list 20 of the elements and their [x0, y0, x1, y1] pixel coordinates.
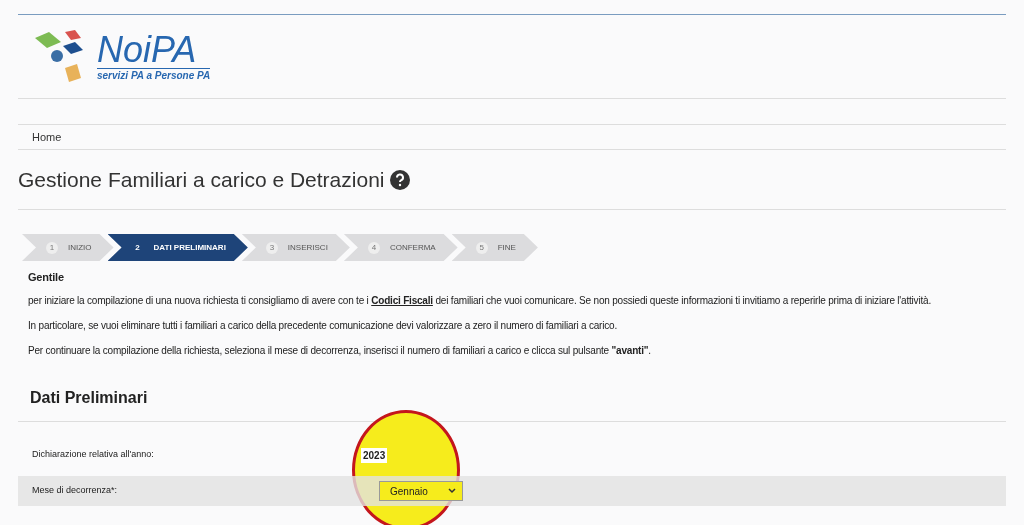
wizard-step: 2 DATI PRELIMINARI [107, 234, 248, 261]
logo-wordmark: NoiPA [97, 32, 198, 68]
help-icon[interactable] [390, 169, 411, 190]
field-label: Mese di decorrenza*: [31, 484, 119, 498]
breadcrumb-link[interactable]: Home [32, 128, 62, 146]
field-label: Dichiarazione relativa all'anno: [31, 448, 155, 462]
intro-paragraph: per iniziare la compilazione di una nuova richiesta ti consigliamo di avere con te i Codici Fiscali dei familiari che vuoi comunicare. Se non possiedi queste informazioni ti invitiamo a reperirle prima di iniziare l'attività. [28, 294, 932, 308]
logo-tagline: servizi PA a Persone PA [97, 68, 211, 82]
codici-fiscali-link[interactable]: Codici Fiscali [371, 295, 433, 306]
greeting-text: Gentile [28, 270, 65, 285]
chevron-down-icon [448, 488, 456, 494]
section-title: Dati Preliminari [30, 388, 148, 408]
wizard-step: 3 INSERISCI [241, 234, 350, 261]
month-select[interactable]: Gennaio [379, 481, 463, 501]
instruction-paragraph: Per continuare la compilazione della richiesta, seleziona il mese di decorrenza, inserisci il numero di familiari a carico e clicca sul pulsante "avanti". [28, 344, 652, 358]
wizard-step: 4 CONFERMA [343, 234, 458, 261]
page-title: Gestione Familiari a carico e Detrazioni [18, 166, 385, 193]
wizard-step: 5 FINE [451, 234, 538, 261]
wizard-step: 1 INIZIO [22, 234, 114, 261]
instruction-paragraph: In particolare, se vuoi eliminare tutti i familiari a carico della precedente comunicazione devi valorizzare a zero il numero di familiari a carico. [28, 319, 618, 333]
